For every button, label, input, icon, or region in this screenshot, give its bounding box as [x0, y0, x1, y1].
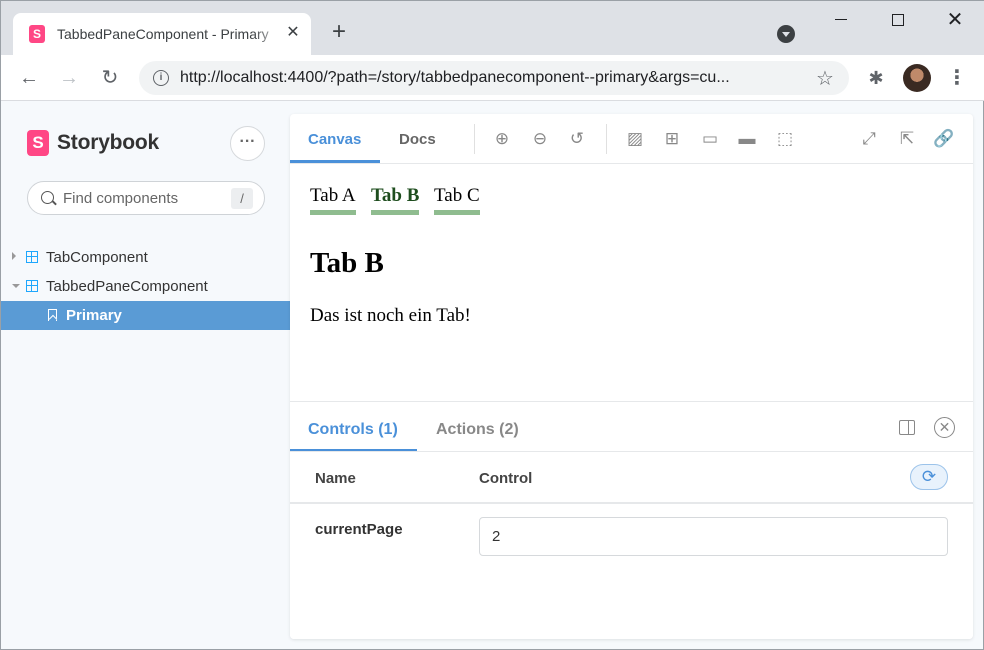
tab-canvas[interactable]: Canvas — [308, 131, 361, 148]
component-icon — [26, 251, 38, 263]
toolbar-divider — [474, 124, 475, 154]
sidebar-menu-button[interactable]: ··· — [230, 126, 265, 161]
new-tab-button[interactable]: + — [326, 19, 352, 45]
sidebar-item-label: TabComponent — [46, 249, 148, 266]
browser-tab[interactable]: S TabbedPaneComponent - Primary ✕ — [13, 13, 311, 55]
outline-icon[interactable]: ⬚ — [774, 128, 796, 150]
sidebar-item-label: TabbedPaneComponent — [46, 278, 208, 295]
current-page-input[interactable] — [479, 517, 948, 556]
tab-docs[interactable]: Docs — [399, 131, 436, 148]
search-input[interactable] — [63, 190, 223, 207]
demo-tab-b[interactable]: Tab B — [371, 185, 420, 215]
toolbar-divider — [606, 124, 607, 154]
storybook-toolbar: Canvas Docs ⊕ ⊖ ↺ ▨ ⊞ ▭ ▬ ⬚ ⤢ ⇱ 🔗 — [290, 114, 973, 164]
tab-controls[interactable]: Controls (1) — [308, 421, 398, 439]
grid-icon[interactable]: ⊞ — [661, 128, 683, 150]
tab-close-icon[interactable]: ✕ — [284, 24, 302, 42]
extensions-icon[interactable]: ✱ — [865, 67, 887, 89]
info-icon[interactable]: i — [153, 70, 169, 86]
tab-strip: S TabbedPaneComponent - Primary ✕ + ✕ — [1, 1, 984, 55]
maximize-icon[interactable] — [878, 7, 918, 33]
tab-search-icon[interactable] — [777, 25, 795, 43]
component-icon — [26, 280, 38, 292]
controls-header-row: Name Control ⟳ — [290, 452, 973, 504]
active-tab-indicator — [290, 160, 380, 163]
zoom-reset-icon[interactable]: ↺ — [566, 128, 588, 150]
close-window-icon[interactable]: ✕ — [935, 7, 975, 33]
back-icon[interactable]: ← — [16, 65, 42, 91]
zoom-out-icon[interactable]: ⊖ — [529, 128, 551, 150]
panel-orientation-icon[interactable] — [899, 420, 915, 435]
browser-window: S TabbedPaneComponent - Primary ✕ + ✕ ← … — [0, 0, 984, 650]
viewport-icon[interactable]: ▭ — [699, 128, 721, 150]
reset-controls-icon[interactable]: ⟳ — [910, 464, 948, 490]
reload-icon[interactable]: ↻ — [97, 65, 123, 91]
sidebar-item-primary[interactable]: Primary — [1, 301, 290, 330]
demo-heading: Tab B — [310, 247, 384, 279]
story-bookmark-icon — [48, 309, 57, 321]
sidebar: S Storybook ··· / TabComponent TabbedPan… — [1, 101, 290, 649]
fullscreen-icon[interactable]: ⤢ — [858, 128, 880, 150]
measure-icon[interactable]: ▬ — [736, 128, 758, 150]
sidebar-item-tabbedpanecomponent[interactable]: TabbedPaneComponent — [1, 272, 290, 301]
browser-toolbar: ← → ↻ i http://localhost:4400/?path=/sto… — [1, 55, 984, 101]
forward-icon[interactable]: → — [56, 65, 82, 91]
copy-link-icon[interactable]: 🔗 — [933, 128, 955, 150]
demo-text: Das ist noch ein Tab! — [310, 305, 471, 326]
control-name: currentPage — [315, 521, 403, 538]
caret-right-icon — [12, 252, 16, 260]
addons-panel: Controls (1) Actions (2) ✕ Name Control … — [290, 401, 973, 639]
address-bar[interactable]: i http://localhost:4400/?path=/story/tab… — [139, 61, 849, 95]
main-panel: Canvas Docs ⊕ ⊖ ↺ ▨ ⊞ ▭ ▬ ⬚ ⤢ ⇱ 🔗 Tab A … — [290, 114, 973, 639]
tab-actions[interactable]: Actions (2) — [436, 421, 519, 439]
sidebar-item-tabcomponent[interactable]: TabComponent — [1, 243, 290, 272]
storybook-app: S Storybook ··· / TabComponent TabbedPan… — [1, 101, 983, 649]
background-icon[interactable]: ▨ — [624, 128, 646, 150]
menu-icon[interactable]: ⋮ — [947, 65, 967, 91]
header-name: Name — [315, 470, 356, 487]
header-control: Control — [479, 470, 533, 487]
storybook-logo-icon: S — [27, 130, 49, 156]
storybook-logo-text: Storybook — [57, 131, 160, 154]
url-text[interactable]: http://localhost:4400/?path=/story/tabbe… — [180, 69, 810, 87]
minimize-icon[interactable] — [821, 7, 861, 33]
demo-tab-a[interactable]: Tab A — [310, 185, 356, 215]
profile-avatar[interactable] — [903, 64, 931, 92]
close-panel-icon[interactable]: ✕ — [934, 417, 955, 438]
demo-tab-c[interactable]: Tab C — [434, 185, 480, 215]
search-shortcut-key: / — [231, 188, 253, 209]
sidebar-item-label: Primary — [66, 307, 122, 324]
storybook-favicon-icon: S — [29, 25, 45, 43]
search-box[interactable]: / — [27, 181, 265, 215]
story-canvas: Tab A Tab B Tab C Tab B Das ist noch ein… — [290, 165, 973, 401]
star-icon[interactable]: ☆ — [816, 66, 834, 91]
open-new-tab-icon[interactable]: ⇱ — [896, 128, 918, 150]
search-icon — [41, 191, 54, 204]
browser-tab-title: TabbedPaneComponent - Primary — [57, 26, 269, 42]
caret-down-icon — [12, 284, 20, 288]
zoom-in-icon[interactable]: ⊕ — [491, 128, 513, 150]
